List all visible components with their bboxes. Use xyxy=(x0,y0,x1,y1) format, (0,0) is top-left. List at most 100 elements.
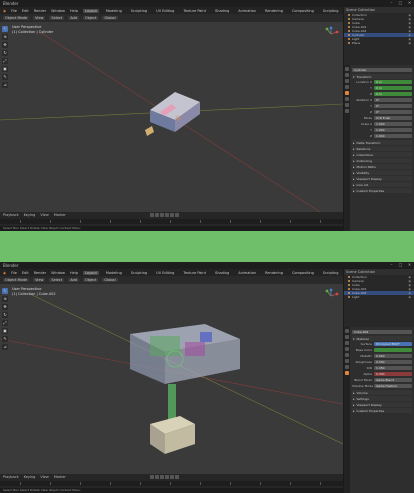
view-menu[interactable]: View xyxy=(40,475,48,479)
view-menu[interactable]: View xyxy=(40,213,48,217)
cursor-tool-icon[interactable]: ⊕ xyxy=(2,34,8,40)
tab-shading[interactable]: Shading xyxy=(213,271,231,275)
property-field[interactable]: 1.450 xyxy=(374,366,412,370)
next-key-icon[interactable] xyxy=(170,475,174,479)
mode-select[interactable]: Object Mode xyxy=(3,278,30,282)
orientation-select[interactable]: Global xyxy=(102,16,118,20)
render-tab-icon[interactable] xyxy=(345,73,349,77)
jump-start-icon[interactable] xyxy=(150,213,154,217)
menu-help[interactable]: Help xyxy=(70,271,78,275)
scale-tool-icon[interactable]: ⤢ xyxy=(2,320,8,326)
property-field[interactable]: XYZ Euler xyxy=(374,116,412,120)
play-reverse-icon[interactable] xyxy=(160,475,164,479)
scene-tab-icon[interactable] xyxy=(345,85,349,89)
tab-layout[interactable]: Layout xyxy=(82,270,99,275)
output-tab-icon[interactable] xyxy=(345,79,349,83)
tab-layout[interactable]: Layout xyxy=(82,8,99,13)
menu-edit[interactable]: Edit xyxy=(22,271,29,275)
output-tab-icon[interactable] xyxy=(345,341,349,345)
material-tab-icon[interactable] xyxy=(345,371,349,375)
transform-tool-icon[interactable]: ▣ xyxy=(2,66,8,72)
tab-modeling[interactable]: Modeling xyxy=(104,271,124,275)
next-key-icon[interactable] xyxy=(170,213,174,217)
eye-icon[interactable]: ◉ xyxy=(408,41,411,45)
property-field[interactable]: 0° xyxy=(374,110,412,114)
tab-texture-paint[interactable]: Texture Paint xyxy=(181,271,208,275)
outliner-item[interactable]: Plane ◉ xyxy=(344,41,414,45)
property-field[interactable]: 1.000 xyxy=(374,128,412,132)
tab-scripting[interactable]: Scripting xyxy=(321,271,341,275)
minimize-icon[interactable]: – xyxy=(389,1,394,5)
annotate-tool-icon[interactable]: ✎ xyxy=(2,74,8,80)
property-field[interactable] xyxy=(374,348,412,352)
3d-viewport[interactable]: ↖ ⊕ ✥ ↻ ⤢ ▣ ✎ ⊿ User Perspective (1) Col… xyxy=(0,284,343,474)
select-tool-icon[interactable]: ↖ xyxy=(2,26,8,32)
scene-tab-icon[interactable] xyxy=(345,347,349,351)
play-reverse-icon[interactable] xyxy=(160,213,164,217)
tab-sculpting[interactable]: Sculpting xyxy=(129,9,149,13)
panel-header[interactable]: ▸ Motion Paths xyxy=(352,164,412,169)
property-field[interactable]: 0 m xyxy=(374,80,412,84)
view-menu[interactable]: View xyxy=(33,16,46,20)
property-field[interactable]: 0.300 xyxy=(374,372,412,376)
object-name-field[interactable]: Cube.002 xyxy=(352,330,412,334)
property-field[interactable]: Alpha Blend xyxy=(374,378,412,382)
timeline-ruler[interactable] xyxy=(0,219,343,224)
transform-tool-icon[interactable]: ▣ xyxy=(2,328,8,334)
render-tab-icon[interactable] xyxy=(345,335,349,339)
property-field[interactable]: 0 m xyxy=(374,86,412,90)
menu-file[interactable]: File xyxy=(11,9,17,13)
object-name-field[interactable]: Cylinder xyxy=(352,68,412,72)
jump-end-icon[interactable] xyxy=(175,213,179,217)
panel-header[interactable]: ▸ Volume xyxy=(352,390,412,395)
minimize-icon[interactable]: – xyxy=(389,263,394,267)
select-menu[interactable]: Select xyxy=(49,16,65,20)
scale-tool-icon[interactable]: ⤢ xyxy=(2,58,8,64)
panel-header[interactable]: ▸ Viewport Display xyxy=(352,402,412,407)
mode-select[interactable]: Object Mode xyxy=(3,16,30,20)
menu-edit[interactable]: Edit xyxy=(22,9,29,13)
jump-end-icon[interactable] xyxy=(175,475,179,479)
keying-menu[interactable]: Keying xyxy=(24,213,36,217)
physics-tab-icon[interactable] xyxy=(345,365,349,369)
tab-animation[interactable]: Animation xyxy=(236,271,258,275)
marker-menu[interactable]: Marker xyxy=(54,213,66,217)
orientation-select[interactable]: Global xyxy=(102,278,118,282)
property-field[interactable]: 1.000 xyxy=(374,134,412,138)
navigation-gizmo-icon[interactable] xyxy=(323,288,339,304)
modifier-tab-icon[interactable] xyxy=(345,359,349,363)
menu-window[interactable]: Window xyxy=(51,271,65,275)
panel-header[interactable]: ▸ Instancing xyxy=(352,158,412,163)
object-menu[interactable]: Object xyxy=(82,16,99,20)
move-tool-icon[interactable]: ✥ xyxy=(2,42,8,48)
tab-modeling[interactable]: Modeling xyxy=(104,9,124,13)
cursor-tool-icon[interactable]: ⊕ xyxy=(2,296,8,302)
panel-header[interactable]: ▸ Collections xyxy=(352,152,412,157)
maximize-icon[interactable]: □ xyxy=(398,1,403,5)
object-tab-icon[interactable] xyxy=(345,353,349,357)
tab-uv-editing[interactable]: UV Editing xyxy=(154,9,176,13)
menu-render[interactable]: Render xyxy=(34,9,46,13)
measure-tool-icon[interactable]: ⊿ xyxy=(2,344,8,350)
tab-compositing[interactable]: Compositing xyxy=(290,9,316,13)
object-tab-icon[interactable] xyxy=(345,91,349,95)
playback-menu[interactable]: Playback xyxy=(3,213,19,217)
menu-file[interactable]: File xyxy=(11,271,17,275)
blender-logo-icon[interactable]: ◉ xyxy=(3,9,6,13)
timeline-ruler[interactable] xyxy=(0,481,343,486)
annotate-tool-icon[interactable]: ✎ xyxy=(2,336,8,342)
menu-help[interactable]: Help xyxy=(70,9,78,13)
3d-viewport[interactable]: ↖ ⊕ ✥ ↻ ⤢ ▣ ✎ ⊿ User Perspective (1) Col… xyxy=(0,22,343,212)
tab-rendering[interactable]: Rendering xyxy=(263,271,285,275)
view-menu[interactable]: View xyxy=(33,278,46,282)
tab-sculpting[interactable]: Sculpting xyxy=(129,271,149,275)
tab-compositing[interactable]: Compositing xyxy=(290,271,316,275)
property-field[interactable]: 1.000 xyxy=(374,122,412,126)
panel-header[interactable]: ▸ Relations xyxy=(352,146,412,151)
rotate-tool-icon[interactable]: ↻ xyxy=(2,50,8,56)
property-field[interactable]: 0.500 xyxy=(374,360,412,364)
navigation-gizmo-icon[interactable] xyxy=(323,26,339,42)
marker-menu[interactable]: Marker xyxy=(54,475,66,479)
maximize-icon[interactable]: □ xyxy=(398,263,403,267)
add-menu[interactable]: Add xyxy=(68,16,79,20)
